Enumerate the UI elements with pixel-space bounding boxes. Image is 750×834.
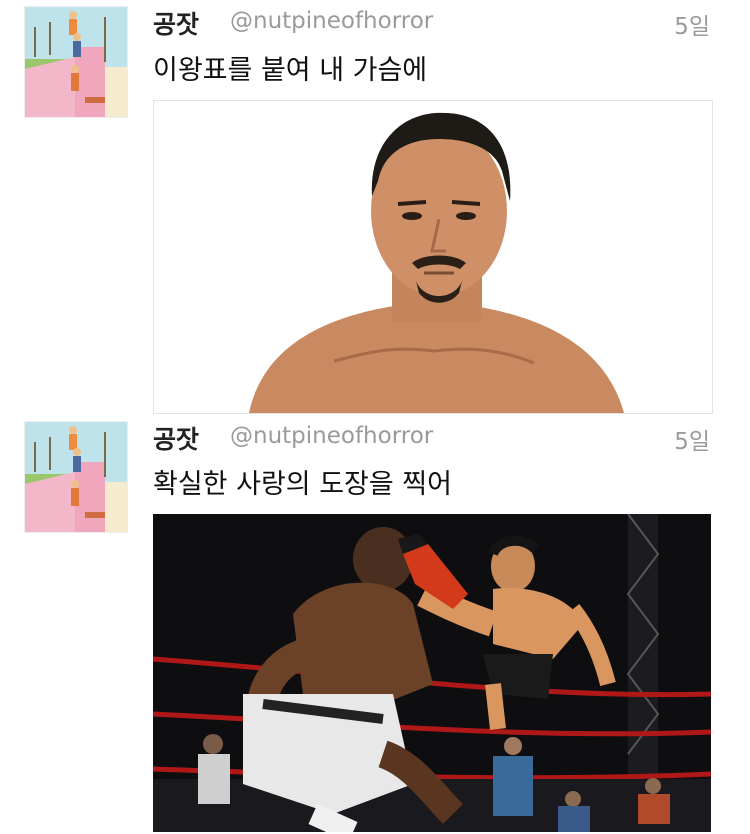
display-name[interactable]: 공잣 [153, 420, 199, 456]
username[interactable]: @nutpineofhorror [230, 8, 433, 34]
avatar[interactable] [24, 421, 128, 533]
tweet-header: 공잣 @nutpineofhorror 5일 [153, 5, 710, 45]
avatar-illustration-icon [25, 422, 127, 532]
tweet-media[interactable] [153, 514, 711, 832]
timestamp[interactable]: 5일 [674, 422, 710, 456]
avatar[interactable] [24, 6, 128, 118]
tweet-text: 확실한 사랑의 도장을 찍어 [153, 469, 452, 500]
tweet-header: 공잣 @nutpineofhorror 5일 [153, 420, 710, 460]
photo-wrestling-dropkick-icon [153, 514, 711, 832]
tweet-media[interactable] [153, 100, 713, 414]
display-name[interactable]: 공잣 [153, 5, 199, 41]
tweet-2[interactable]: 공잣 @nutpineofhorror 5일 확실한 사랑의 도장을 찍어 [0, 418, 750, 834]
avatar-illustration-icon [25, 7, 127, 117]
tweet-1[interactable]: 공잣 @nutpineofhorror 5일 이왕표를 붙여 내 가슴에 [0, 0, 750, 415]
photo-portrait-man-icon [154, 101, 712, 413]
tweet-text: 이왕표를 붙여 내 가슴에 [153, 55, 428, 86]
username[interactable]: @nutpineofhorror [230, 423, 433, 449]
timestamp[interactable]: 5일 [674, 7, 710, 41]
